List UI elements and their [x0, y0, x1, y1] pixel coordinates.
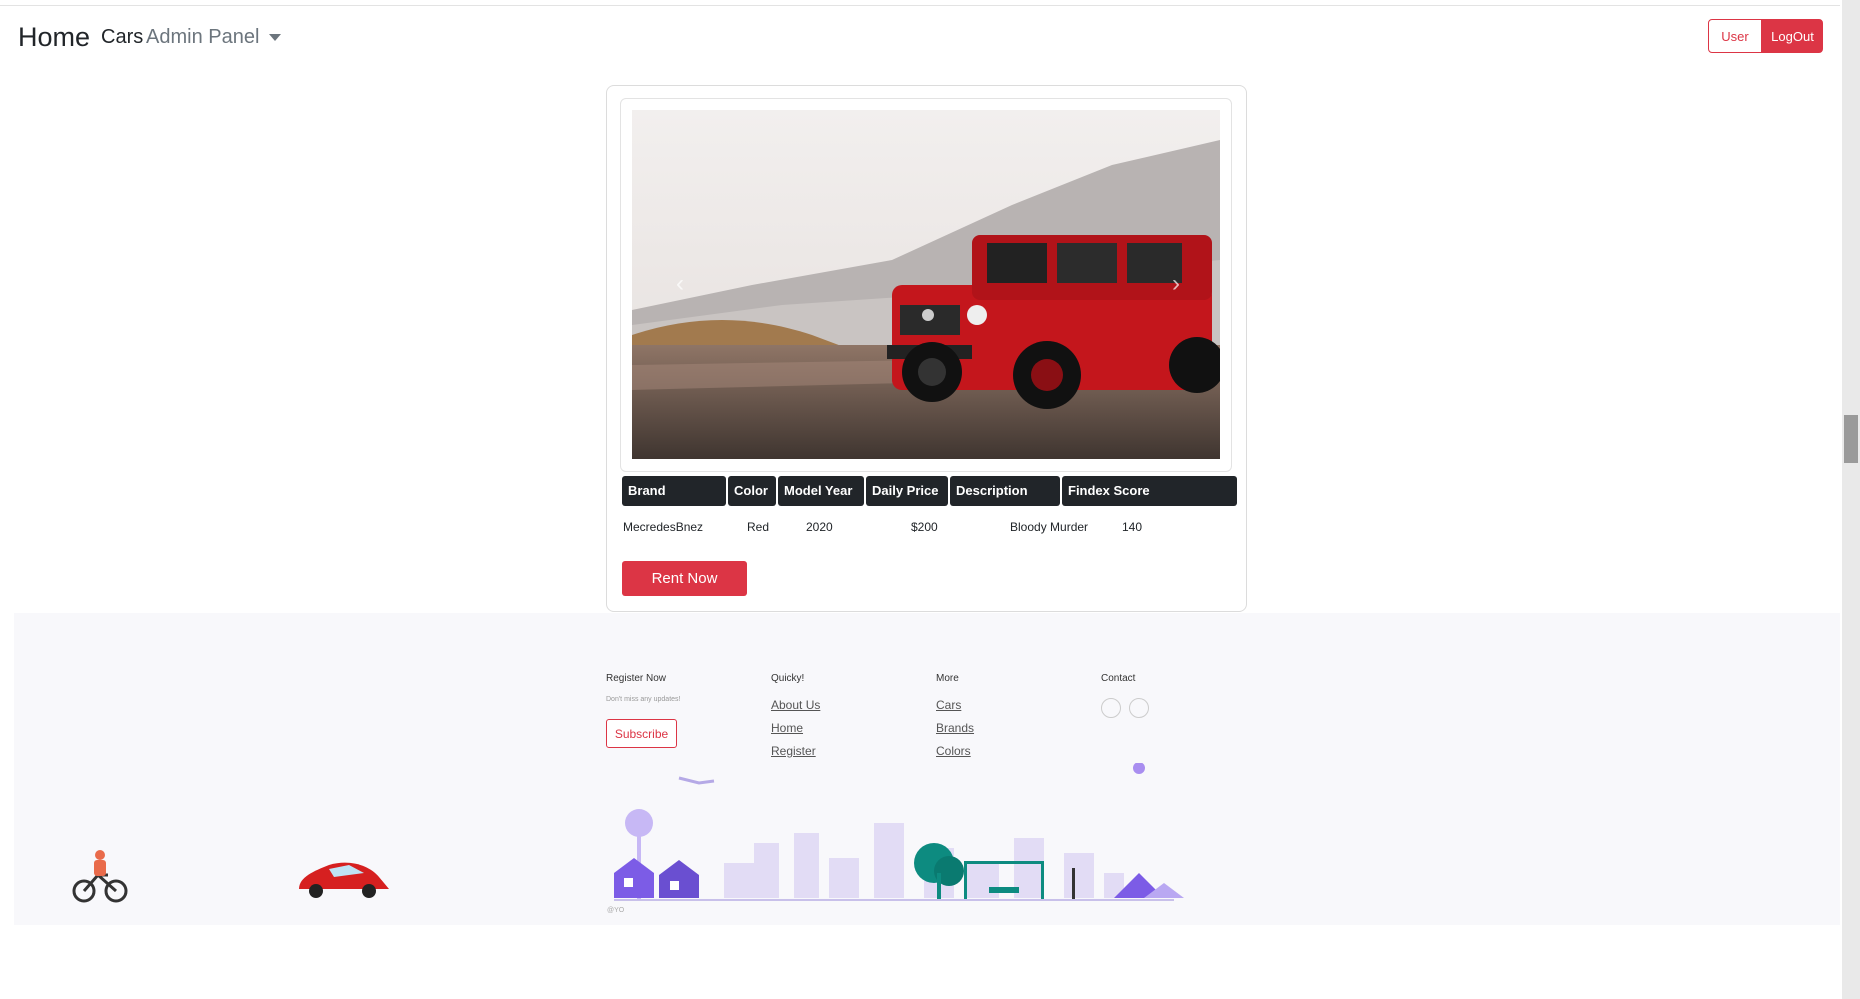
nav-cars-link[interactable]: Cars — [101, 26, 143, 49]
cyclist-illustration — [72, 850, 128, 903]
table-row: MecredesBnez Red 2020 $200 Bloody Murder… — [622, 520, 1237, 540]
car-table-header: Brand Color Model Year Daily Price Descr… — [622, 476, 1237, 506]
carousel-next-icon[interactable]: › — [1172, 270, 1180, 298]
footer-register-sub: Don't miss any updates! — [606, 696, 681, 703]
footer-more-col: More Cars Brands Colors — [936, 673, 974, 767]
carousel-prev-icon[interactable]: ‹ — [676, 270, 684, 298]
car-carousel: ‹ › — [620, 98, 1232, 472]
rent-now-button[interactable]: Rent Now — [622, 561, 747, 596]
td-daily-price: $200 — [911, 520, 938, 534]
th-daily-price: Daily Price — [866, 476, 948, 506]
scrollbar-thumb[interactable] — [1844, 415, 1858, 463]
footer-link-about[interactable]: About Us — [771, 698, 820, 712]
footer-copyright: @YO — [607, 907, 625, 914]
red-car-illustration — [299, 862, 389, 898]
footer-link-home[interactable]: Home — [771, 721, 820, 735]
car-image: ‹ › — [632, 110, 1220, 459]
footer-link-cars[interactable]: Cars — [936, 698, 974, 712]
td-model-year: 2020 — [806, 520, 833, 534]
window-scrollbar[interactable] — [1842, 0, 1860, 999]
car-detail-card: ‹ › Brand Color Model Year Daily Price D… — [606, 85, 1247, 612]
footer-link-colors[interactable]: Colors — [936, 744, 974, 758]
logout-button[interactable]: LogOut — [1762, 19, 1823, 53]
footer-link-register[interactable]: Register — [771, 744, 820, 758]
th-description: Description — [950, 476, 1060, 506]
footer-register-col: Register Now Don't miss any updates! Sub… — [606, 673, 746, 748]
td-description: Bloody Murder — [1010, 520, 1089, 534]
td-color: Red — [747, 520, 770, 534]
navbar: Home Cars Admin Panel User LogOut — [0, 10, 1840, 64]
td-brand: MecredesBnez — [623, 520, 704, 534]
footer-quick-col: Quicky! About Us Home Register — [771, 673, 820, 767]
caret-down-icon — [269, 34, 282, 42]
nav-home-link[interactable]: Home — [18, 22, 90, 53]
th-brand: Brand — [622, 476, 726, 506]
footer-contact-col: Contact — [1101, 673, 1153, 723]
social-icon-1[interactable] — [1101, 698, 1121, 718]
footer-register-title: Register Now — [606, 673, 667, 684]
footer-contact-title: Contact — [1101, 673, 1136, 684]
footer: Register Now Don't miss any updates! Sub… — [14, 613, 1840, 925]
th-model-year: Model Year — [778, 476, 864, 506]
subscribe-button[interactable]: Subscribe — [606, 719, 677, 748]
nav-admin-dropdown[interactable]: Admin Panel — [146, 26, 282, 49]
footer-link-brands[interactable]: Brands — [936, 721, 974, 735]
nav-admin-label: Admin Panel — [146, 26, 260, 48]
th-findex-score: Findex Score — [1062, 476, 1237, 506]
city-illustration — [614, 763, 1184, 901]
footer-more-title: More — [936, 673, 959, 684]
footer-quick-title: Quicky! — [771, 673, 805, 684]
user-button[interactable]: User — [1708, 19, 1762, 53]
social-icon-2[interactable] — [1129, 698, 1150, 718]
top-border — [0, 5, 1840, 6]
th-color: Color — [728, 476, 776, 506]
td-findex-score: 140 — [1122, 520, 1143, 534]
